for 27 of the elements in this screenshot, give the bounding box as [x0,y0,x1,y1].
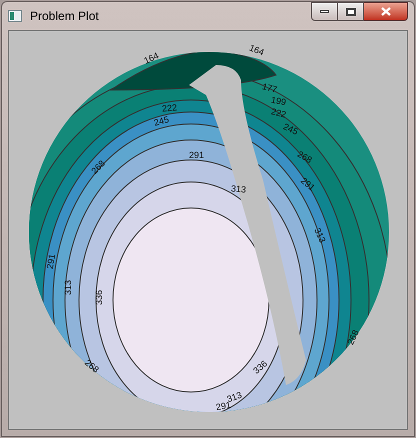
contour-label: 164 [142,51,160,66]
contour-label: 291 [215,400,232,412]
contour-label: 245 [282,122,300,137]
contour-label: 222 [162,103,178,114]
contour-label: 245 [153,115,170,128]
contour-label: 222 [270,107,287,120]
contour-label: 177 [261,82,278,95]
close-icon [380,7,390,16]
contour-label: 336 [252,359,270,376]
contour-label: 291 [189,151,204,160]
contour-label: 268 [346,328,361,346]
contour-label: 268 [82,358,100,375]
contour-label: 336 [95,290,104,306]
contour-label: 313 [230,184,246,195]
close-button[interactable] [364,2,408,21]
contour-label: 199 [270,96,287,108]
contour-label: 291 [46,253,58,270]
contour-label: 268 [296,150,314,166]
contour-label: 291 [298,176,316,193]
window-title: Problem Plot [30,8,100,25]
contour-label: 313 [312,226,327,244]
app-icon [8,10,22,22]
maximize-button[interactable] [338,2,364,21]
contour-label: 313 [64,280,74,296]
contour-label: 268 [90,159,107,176]
contour-label: 164 [248,44,266,58]
minimize-button[interactable] [311,2,338,21]
